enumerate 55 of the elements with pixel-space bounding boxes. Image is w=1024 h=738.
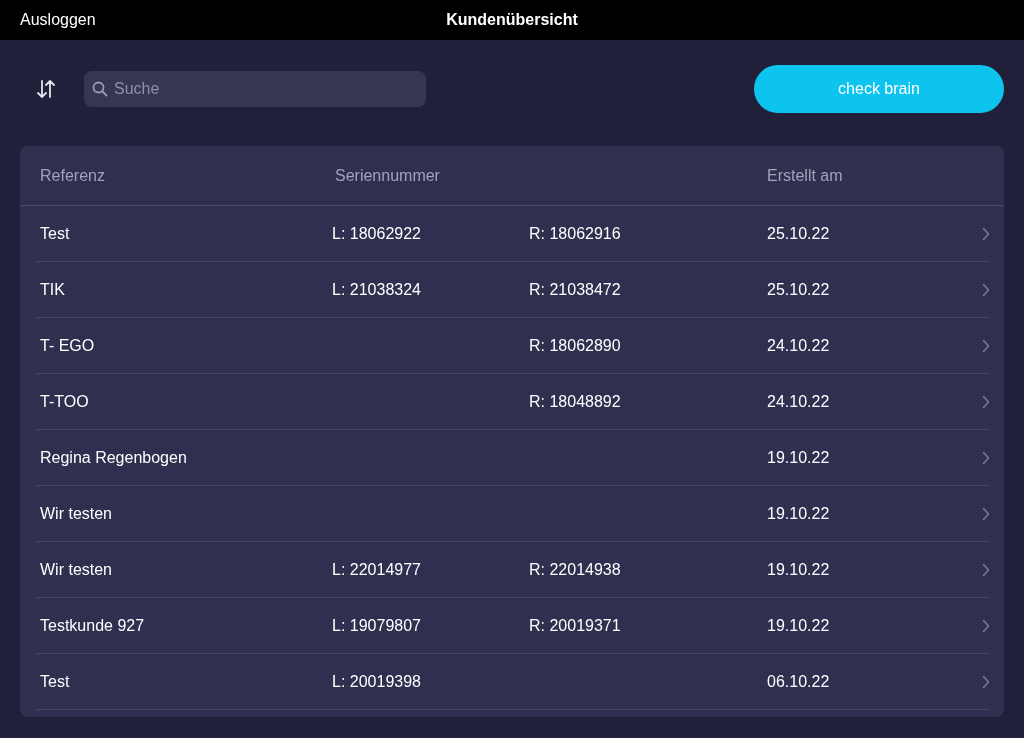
date-cell-text: 19.10.22 <box>767 616 830 636</box>
table-row[interactable]: T-TOO R: 18048892 24.10.22 <box>20 374 1004 430</box>
date-cell-text: 06.10.22 <box>767 672 830 692</box>
date-cell-text: 19.10.22 <box>767 504 830 524</box>
date-cell-text: 25.10.22 <box>767 280 830 300</box>
reference-cell-text: T- EGO <box>40 336 96 356</box>
serial-cell-text: R: 21038472 <box>529 280 621 300</box>
serial-cell-text: R: 22014938 <box>529 560 621 580</box>
table-row[interactable]: TIK L: 21038324 R: 21038472 25.10.22 <box>20 262 1004 318</box>
serial-cell-text: L: 21038324 <box>332 280 421 300</box>
reference-cell-text: Testkunde 927 <box>40 616 146 636</box>
column-header: Erstellt am <box>767 165 843 186</box>
reference-cell-text: T-TOO <box>40 392 90 412</box>
reference-cell-text: Wir testen <box>40 504 113 524</box>
reference-cell-text: TIK <box>40 280 66 300</box>
date-cell-text: 25.10.22 <box>767 224 830 244</box>
serial-cell-text: L: 18062922 <box>332 224 421 244</box>
table-row[interactable]: Regina Regenbogen 19.10.22 <box>20 430 1004 486</box>
date-cell-text: 24.10.22 <box>767 336 830 356</box>
table-row[interactable]: Wir testen L: 22014977 R: 22014938 19.10.22 <box>20 542 1004 598</box>
table-row[interactable]: Wir testen 19.10.22 <box>20 486 1004 542</box>
date-cell-text: 24.10.22 <box>767 392 830 412</box>
table-row[interactable]: T- EGO R: 18062890 24.10.22 <box>20 318 1004 374</box>
chevron-right-icon <box>982 675 990 689</box>
sort-icon[interactable] <box>36 78 56 100</box>
chevron-right-icon <box>982 227 990 241</box>
table-row[interactable]: Testkunde 927 L: 19079807 R: 20019371 19.10.22 <box>20 598 1004 654</box>
reference-cell-text: Regina Regenbogen <box>40 448 188 468</box>
chevron-right-icon <box>982 563 990 577</box>
chevron-right-icon <box>982 283 990 297</box>
date-cell-text: 19.10.22 <box>767 448 830 468</box>
table-row[interactable]: Test L: 18062922 R: 18062916 25.10.22 <box>20 206 1004 262</box>
serial-cell-text: R: 18062916 <box>529 224 621 244</box>
serial-cell-text: L: 22014977 <box>332 560 421 580</box>
serial-cell-text: L: 19079807 <box>332 616 421 636</box>
table-row[interactable]: Test L: 20019398 06.10.22 <box>20 654 1004 710</box>
page-title: Kundenübersicht <box>446 10 578 30</box>
column-header: Referenz <box>40 165 106 186</box>
reference-cell-text: Test <box>40 672 71 692</box>
serial-cell-text: R: 18048892 <box>529 392 621 412</box>
reference-cell-text: Wir testen <box>40 560 113 580</box>
column-header: Seriennummer <box>335 165 441 186</box>
chevron-right-icon <box>982 619 990 633</box>
search-icon <box>92 81 108 97</box>
chevron-right-icon <box>982 507 990 521</box>
date-cell-text: 19.10.22 <box>767 560 830 580</box>
chevron-right-icon <box>982 451 990 465</box>
serial-cell-text: R: 20019371 <box>529 616 621 636</box>
logout-link[interactable]: Ausloggen <box>20 8 96 32</box>
chevron-right-icon <box>982 339 990 353</box>
serial-cell-text: L: 20019398 <box>332 672 421 692</box>
search-field[interactable]: Suche <box>84 71 426 107</box>
reference-cell-text: Test <box>40 224 71 244</box>
serial-cell-text: R: 18062890 <box>529 336 621 356</box>
chevron-right-icon <box>982 395 990 409</box>
